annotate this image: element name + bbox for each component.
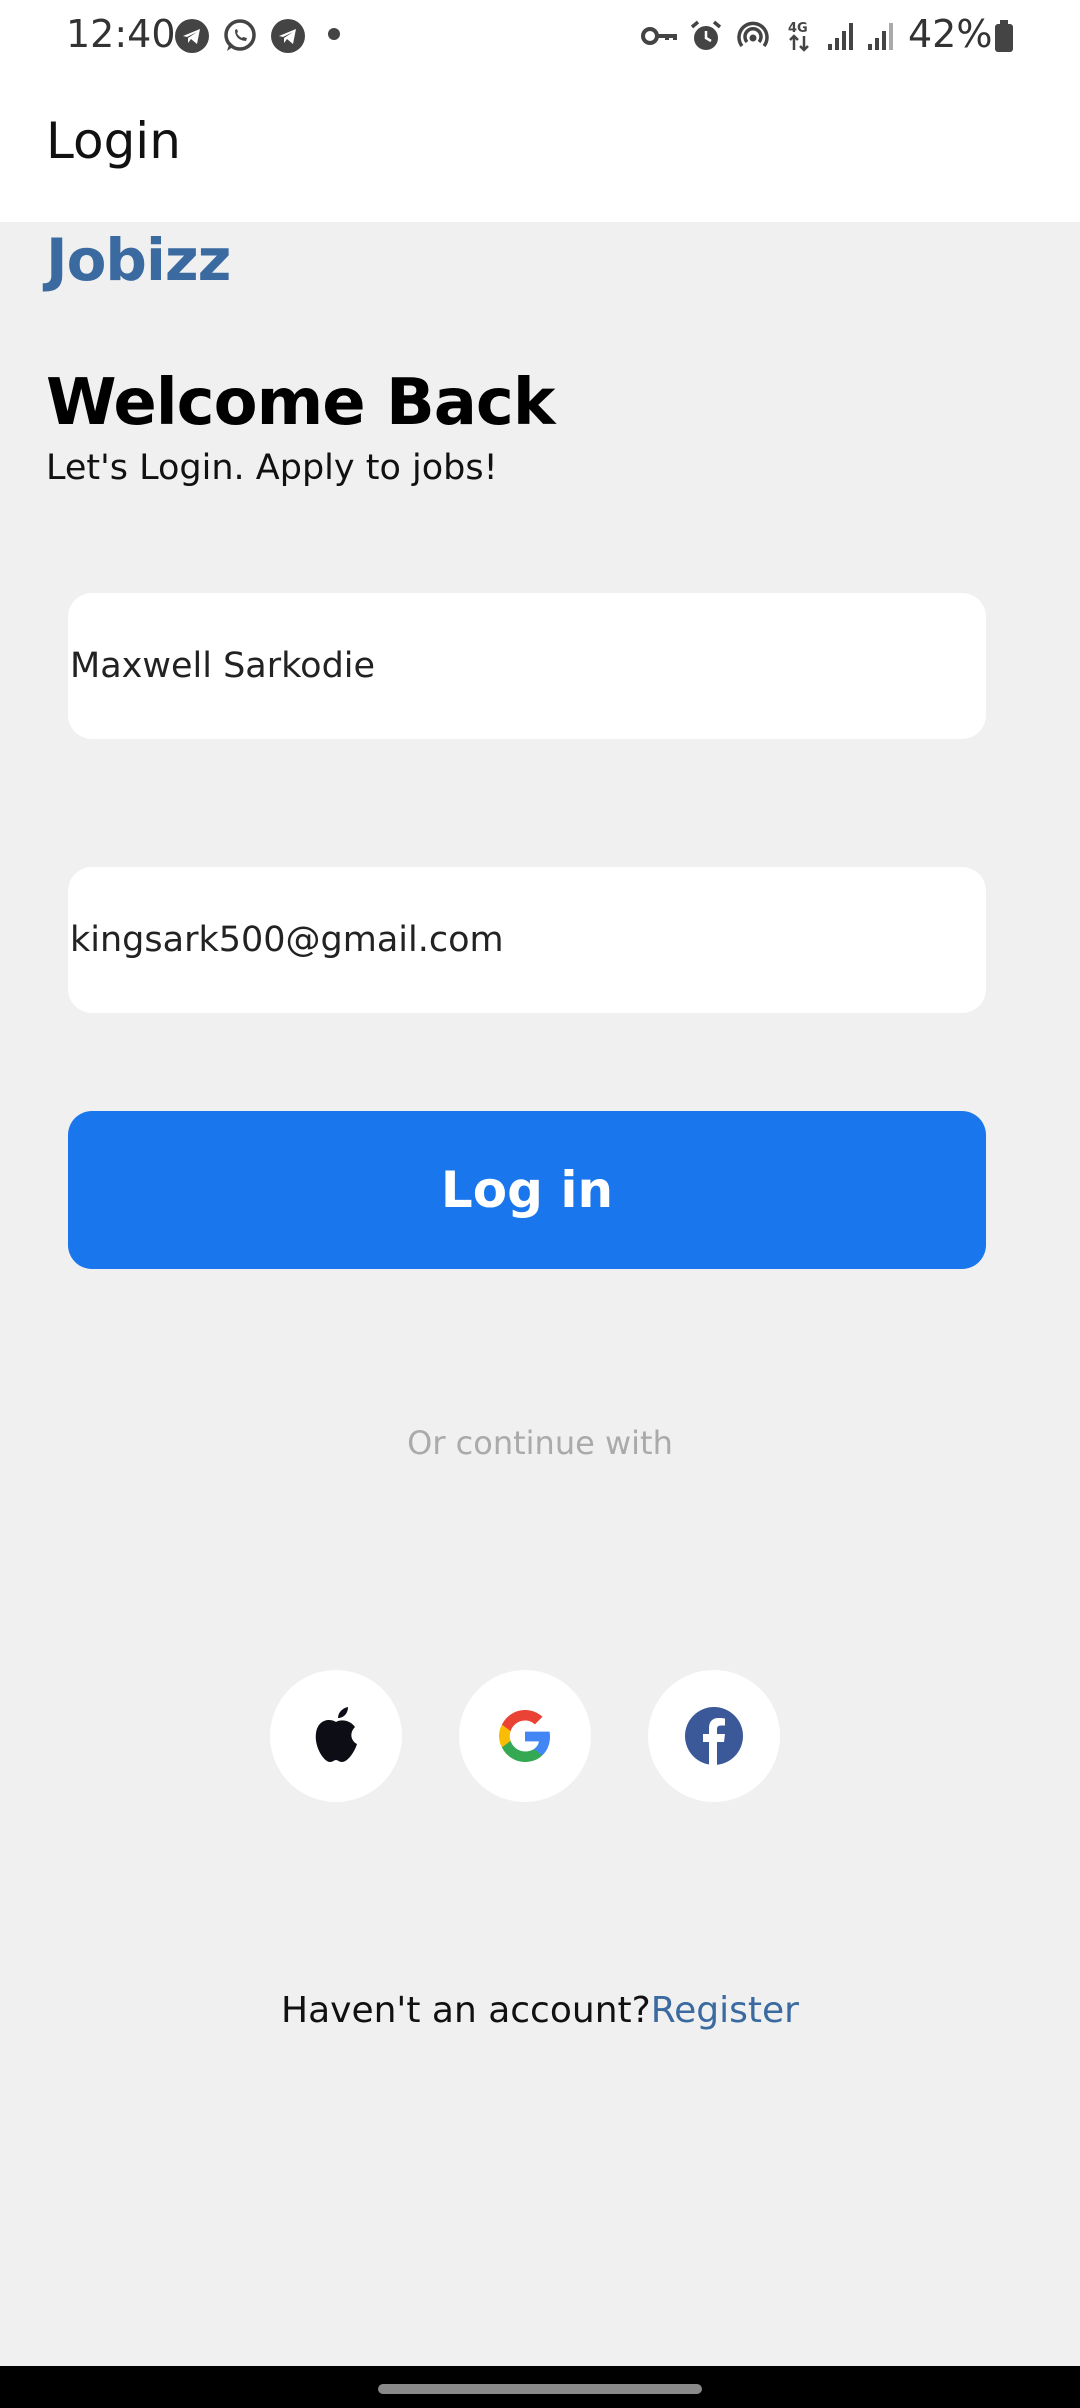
facebook-icon: [685, 1707, 743, 1765]
4g-icon: 4G: [788, 21, 809, 52]
status-bar: 12:40 4G 42%: [0, 0, 1080, 72]
brand-logo-text: Jobizz: [46, 226, 231, 294]
name-input[interactable]: [68, 593, 986, 739]
email-input[interactable]: [68, 867, 986, 1013]
login-button[interactable]: Log in: [68, 1111, 986, 1269]
signal-icon: [828, 23, 853, 50]
email-field[interactable]: [68, 867, 986, 1013]
whatsapp-icon: [224, 19, 256, 51]
name-field[interactable]: [68, 593, 986, 739]
battery-icon: [995, 20, 1013, 52]
page-title: Welcome Back: [46, 366, 555, 440]
signal-icon: [868, 23, 893, 50]
alarm-icon: [690, 20, 722, 50]
register-row: Haven't an account?Register: [0, 1990, 1080, 2031]
app-bar: Login: [0, 72, 1080, 222]
google-icon: [499, 1710, 550, 1762]
telegram-icon: [271, 19, 305, 53]
svg-text:4G: 4G: [788, 21, 808, 36]
telegram-icon: [175, 19, 209, 53]
facebook-login-button[interactable]: [648, 1670, 780, 1802]
status-time: 12:40: [66, 12, 176, 56]
home-gesture-handle[interactable]: [378, 2384, 702, 2394]
notification-dot-icon: [328, 28, 340, 40]
apple-login-button[interactable]: [270, 1670, 402, 1802]
register-prompt: Haven't an account?: [281, 1990, 651, 2031]
vpn-key-icon: [641, 27, 677, 45]
hotspot-icon: [737, 21, 769, 48]
battery-percent: 42%: [908, 12, 993, 56]
page-subtitle: Let's Login. Apply to jobs!: [46, 448, 498, 488]
register-link[interactable]: Register: [651, 1990, 799, 2031]
app-bar-title: Login: [46, 112, 181, 170]
or-continue-with-label: Or continue with: [407, 1424, 673, 1462]
system-nav-bar: [0, 2366, 1080, 2408]
apple-icon: [315, 1707, 357, 1762]
google-login-button[interactable]: [459, 1670, 591, 1802]
